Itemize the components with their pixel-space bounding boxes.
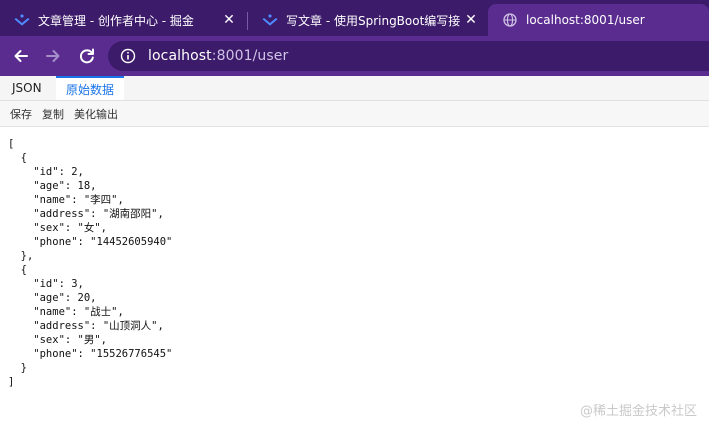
url-path: :8001/user xyxy=(211,48,289,64)
raw-json-content: [ { "id": 2, "age": 18, "name": "李四", "a… xyxy=(8,138,173,388)
tab-strip: 文章管理 - 创作者中心 - 掘金 ✕ 写文章 - 使用SpringBoot编写… xyxy=(0,0,709,36)
tab-json[interactable]: JSON xyxy=(2,76,52,99)
watermark: @稀土掘金技术社区 xyxy=(579,404,697,419)
tab-write-article[interactable]: 写文章 - 使用SpringBoot编写接 ✕ xyxy=(248,4,488,36)
pretty-print-button[interactable]: 美化输出 xyxy=(74,106,118,122)
juejin-logo-icon xyxy=(262,12,278,28)
json-viewer-actions: 保存 复制 美化输出 xyxy=(0,101,709,127)
tab-title: 文章管理 - 创作者中心 - 掘金 xyxy=(38,13,194,28)
copy-button[interactable]: 复制 xyxy=(42,106,64,122)
juejin-logo-icon xyxy=(14,12,30,28)
globe-icon xyxy=(502,12,518,28)
address-url: localhost:8001/user xyxy=(148,48,288,64)
tab-title: 写文章 - 使用SpringBoot编写接 xyxy=(286,13,460,28)
tab-title: localhost:8001/user xyxy=(526,13,645,27)
reload-icon[interactable] xyxy=(74,43,100,69)
close-icon[interactable]: ✕ xyxy=(218,9,240,31)
save-button[interactable]: 保存 xyxy=(10,106,32,122)
browser-window: 文章管理 - 创作者中心 - 掘金 ✕ 写文章 - 使用SpringBoot编写… xyxy=(0,0,709,431)
url-host: localhost xyxy=(148,48,212,64)
tab-article-management[interactable]: 文章管理 - 创作者中心 - 掘金 ✕ xyxy=(0,4,246,36)
close-icon[interactable]: ✕ xyxy=(460,9,482,31)
tab-raw-data[interactable]: 原始数据 xyxy=(56,76,125,100)
forward-arrow-icon[interactable] xyxy=(40,43,66,69)
info-icon[interactable] xyxy=(118,46,138,66)
browser-toolbar: localhost:8001/user xyxy=(0,36,709,76)
address-bar[interactable]: localhost:8001/user xyxy=(108,41,709,71)
tab-localhost-user[interactable]: localhost:8001/user xyxy=(488,4,709,36)
json-viewer-tabs: JSON 原始数据 xyxy=(0,76,709,101)
back-arrow-icon[interactable] xyxy=(8,43,34,69)
